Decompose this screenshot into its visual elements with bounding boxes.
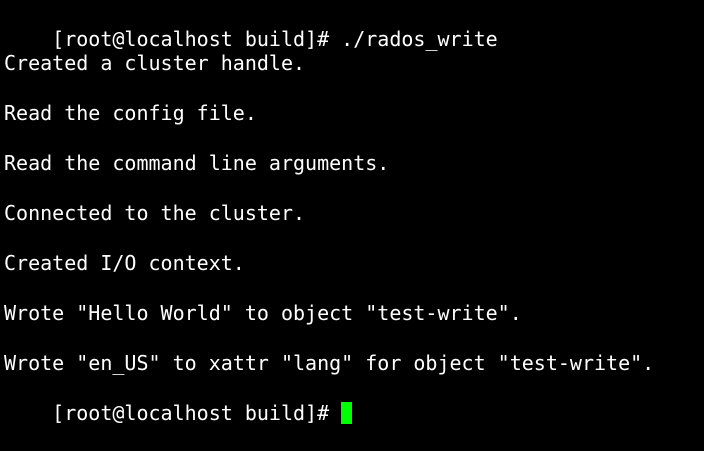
output-line: Created I/O context. bbox=[4, 251, 245, 275]
prompt: [root@localhost build]# bbox=[52, 401, 330, 425]
terminal-window[interactable]: [root@localhost build]# ./rados_write Cr… bbox=[0, 0, 704, 425]
output-line: Read the config file. bbox=[4, 101, 257, 125]
output-line: Created a cluster handle. bbox=[4, 51, 306, 75]
text-cursor bbox=[341, 402, 353, 424]
prompt: [root@localhost build]# bbox=[52, 27, 330, 51]
command-line: [root@localhost build]# ./rados_write bbox=[4, 2, 498, 51]
input-line[interactable]: [root@localhost build]# bbox=[4, 376, 353, 425]
output-line: Connected to the cluster. bbox=[4, 201, 306, 225]
output-line: Wrote "Hello World" to object "test-writ… bbox=[4, 301, 522, 325]
output-line: Read the command line arguments. bbox=[4, 151, 390, 175]
output-line: Wrote "en_US" to xattr "lang" for object… bbox=[4, 351, 655, 375]
command-text: ./rados_write bbox=[329, 27, 498, 51]
